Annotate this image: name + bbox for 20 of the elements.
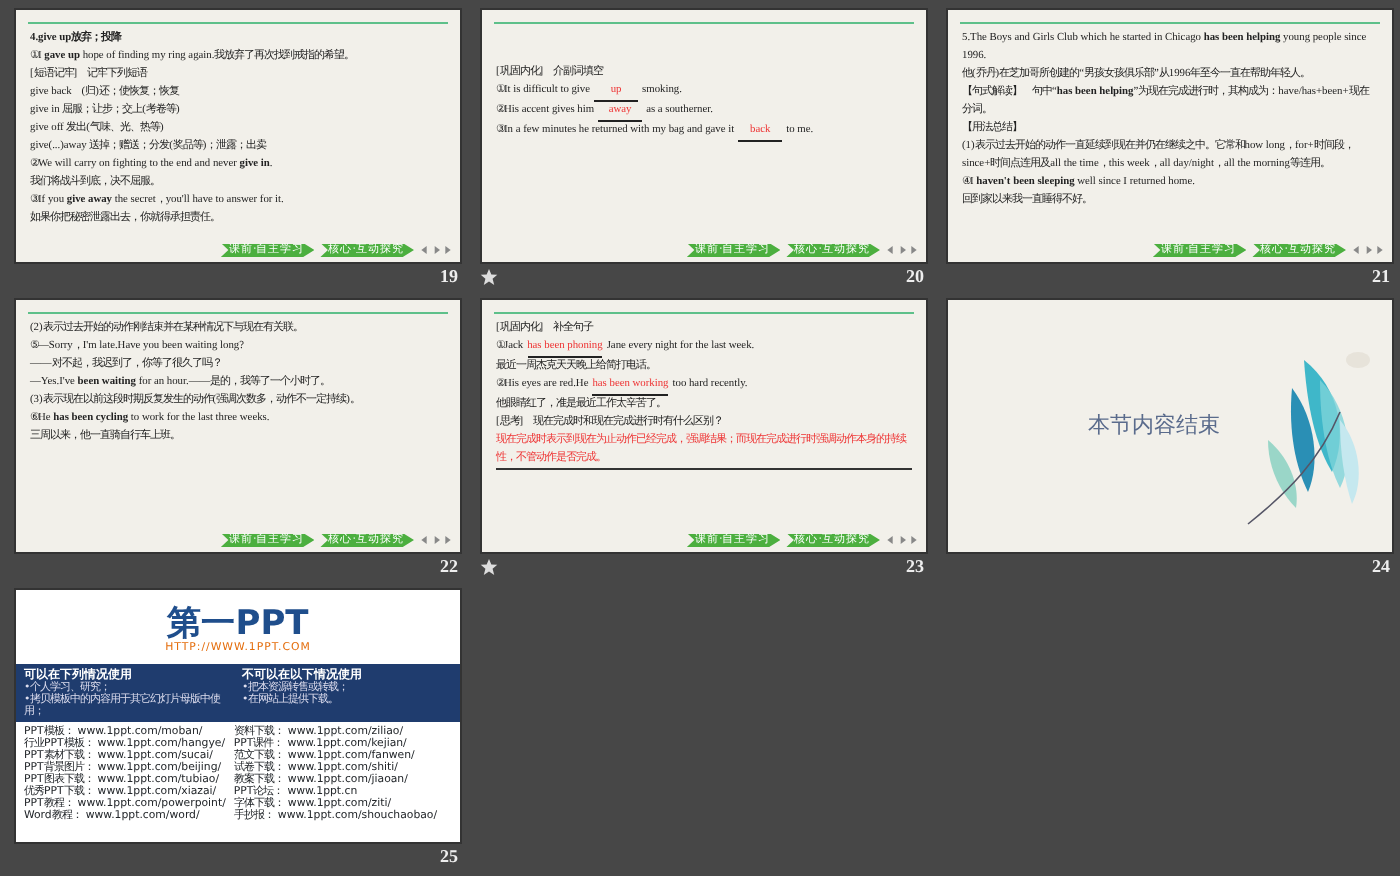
slide-number: 21 [1372,263,1390,290]
slide-thumbnail[interactable] [14,8,462,264]
slide-number: 25 [440,843,458,870]
navigation-arrows-icon[interactable] [420,246,452,254]
end-title: 本节内容结束 [1088,409,1220,442]
slide-thumbnail[interactable] [480,298,928,554]
slide-number: 24 [1372,553,1390,580]
navigation-arrows-icon[interactable] [1352,246,1384,254]
slide-thumbnail[interactable] [946,8,1394,264]
navigation-arrows-icon[interactable] [886,536,918,544]
slide-number: 20 [906,263,924,290]
slide-thumbnail[interactable] [14,588,462,844]
slide-number: 23 [906,553,924,580]
slide-thumbnail[interactable]: 本节内容结束 [946,298,1394,554]
navigation-arrows-icon[interactable] [420,536,452,544]
slide-number: 19 [440,263,458,290]
slide-number: 22 [440,553,458,580]
logo: 第一PPT [167,606,309,642]
slide-thumbnail[interactable] [14,298,462,554]
navigation-arrows-icon[interactable] [886,246,918,254]
